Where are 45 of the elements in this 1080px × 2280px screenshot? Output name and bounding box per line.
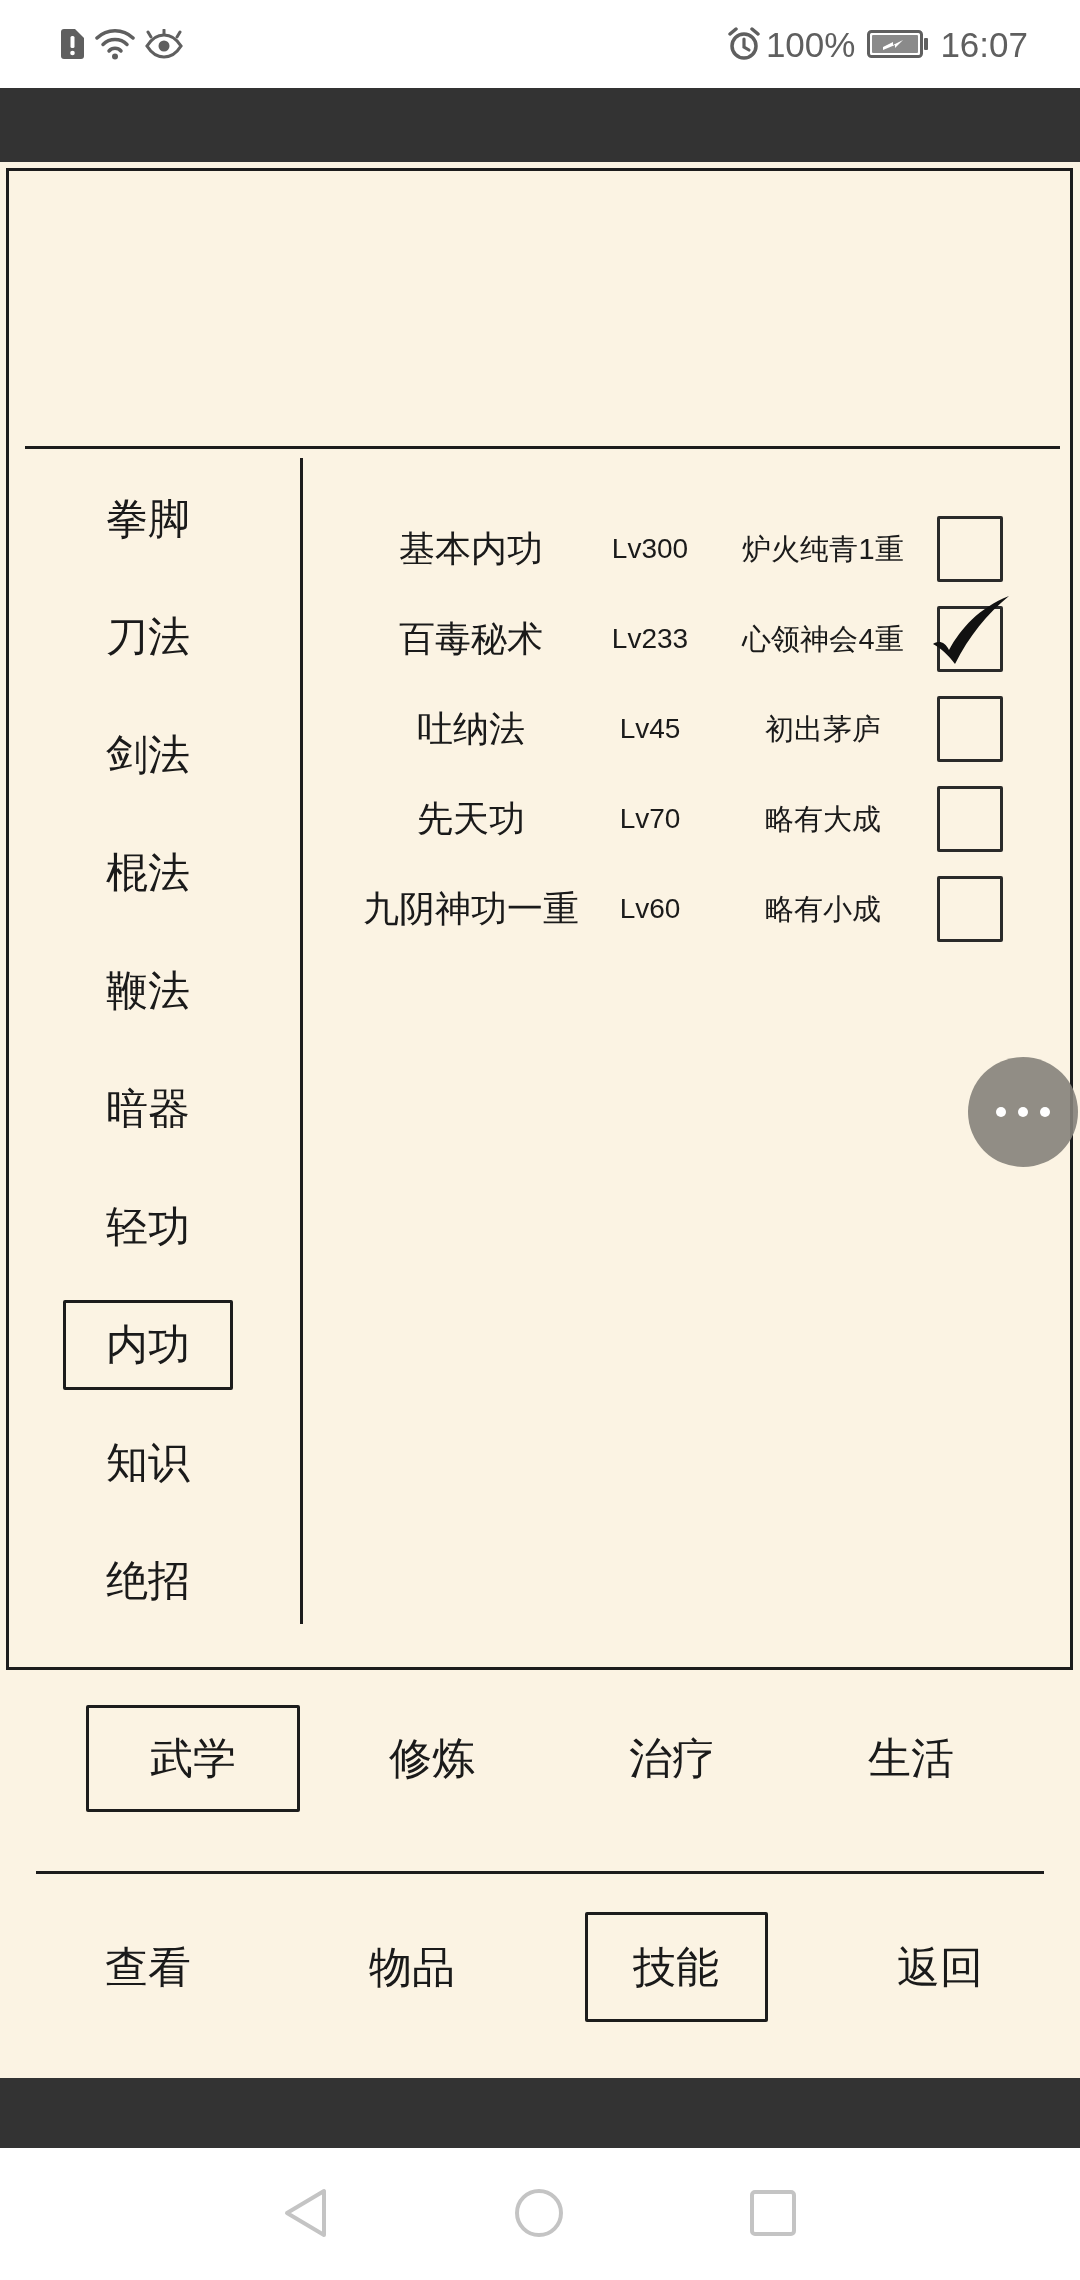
category-tab[interactable]: 鞭法 [63,946,233,1036]
battery-percent: 100% [765,26,856,62]
skill-stage: 略有大成 [765,804,881,834]
skill-name: 百毒秘术 [399,621,543,657]
checkbox[interactable] [937,516,1003,582]
skill-name: 吐纳法 [417,711,525,747]
menu-button[interactable]: 技能 [584,1912,768,2022]
clock-time: 16:07 [940,26,1028,62]
battery-charging-icon [867,30,930,58]
category-tab[interactable]: 刀法 [63,592,233,682]
category-tab[interactable]: 棍法 [63,828,233,918]
skill-name: 基本内功 [399,531,543,567]
eye-icon [145,29,183,59]
skill-name: 九阴神功一重 [363,891,579,927]
skill-level: Lv233 [611,625,689,653]
menu-button[interactable]: 查看 [56,1912,240,2022]
menu-button[interactable]: 物品 [320,1912,504,2022]
checkbox[interactable] [937,696,1003,762]
category-tab[interactable]: 剑法 [63,710,233,800]
category-tab[interactable]: 绝招 [63,1536,233,1626]
skill-stage: 略有小成 [765,894,881,924]
skill-level: Lv300 [611,535,689,563]
tab[interactable]: 修炼 [325,1705,540,1812]
skill-stage: 初出茅庐 [765,714,881,744]
tab[interactable]: 生活 [804,1705,1019,1812]
alarm-icon [726,27,761,61]
sim-alert-icon [60,28,85,60]
wifi-icon [95,28,135,60]
more-icon [995,1106,1051,1118]
category-tab[interactable]: 内功 [63,1300,233,1390]
checkbox[interactable] [937,786,1003,852]
tab[interactable]: 武学 [85,1705,300,1812]
checkbox[interactable] [937,876,1003,942]
skill-level: Lv70 [619,805,681,833]
skill-stage: 炉火纯青1重 [742,534,904,564]
category-tab[interactable]: 知识 [63,1418,233,1508]
skill-level: Lv60 [619,895,681,923]
skill-name: 先天功 [417,801,525,837]
menu-button[interactable]: 返回 [848,1912,1032,2022]
tab[interactable]: 治疗 [564,1705,779,1812]
category-tab[interactable]: 暗器 [63,1064,233,1154]
skill-level: Lv45 [619,715,681,743]
category-tab[interactable]: 轻功 [63,1182,233,1272]
skill-stage: 心领神会4重 [742,624,904,654]
category-tab[interactable]: 拳脚 [63,474,233,564]
